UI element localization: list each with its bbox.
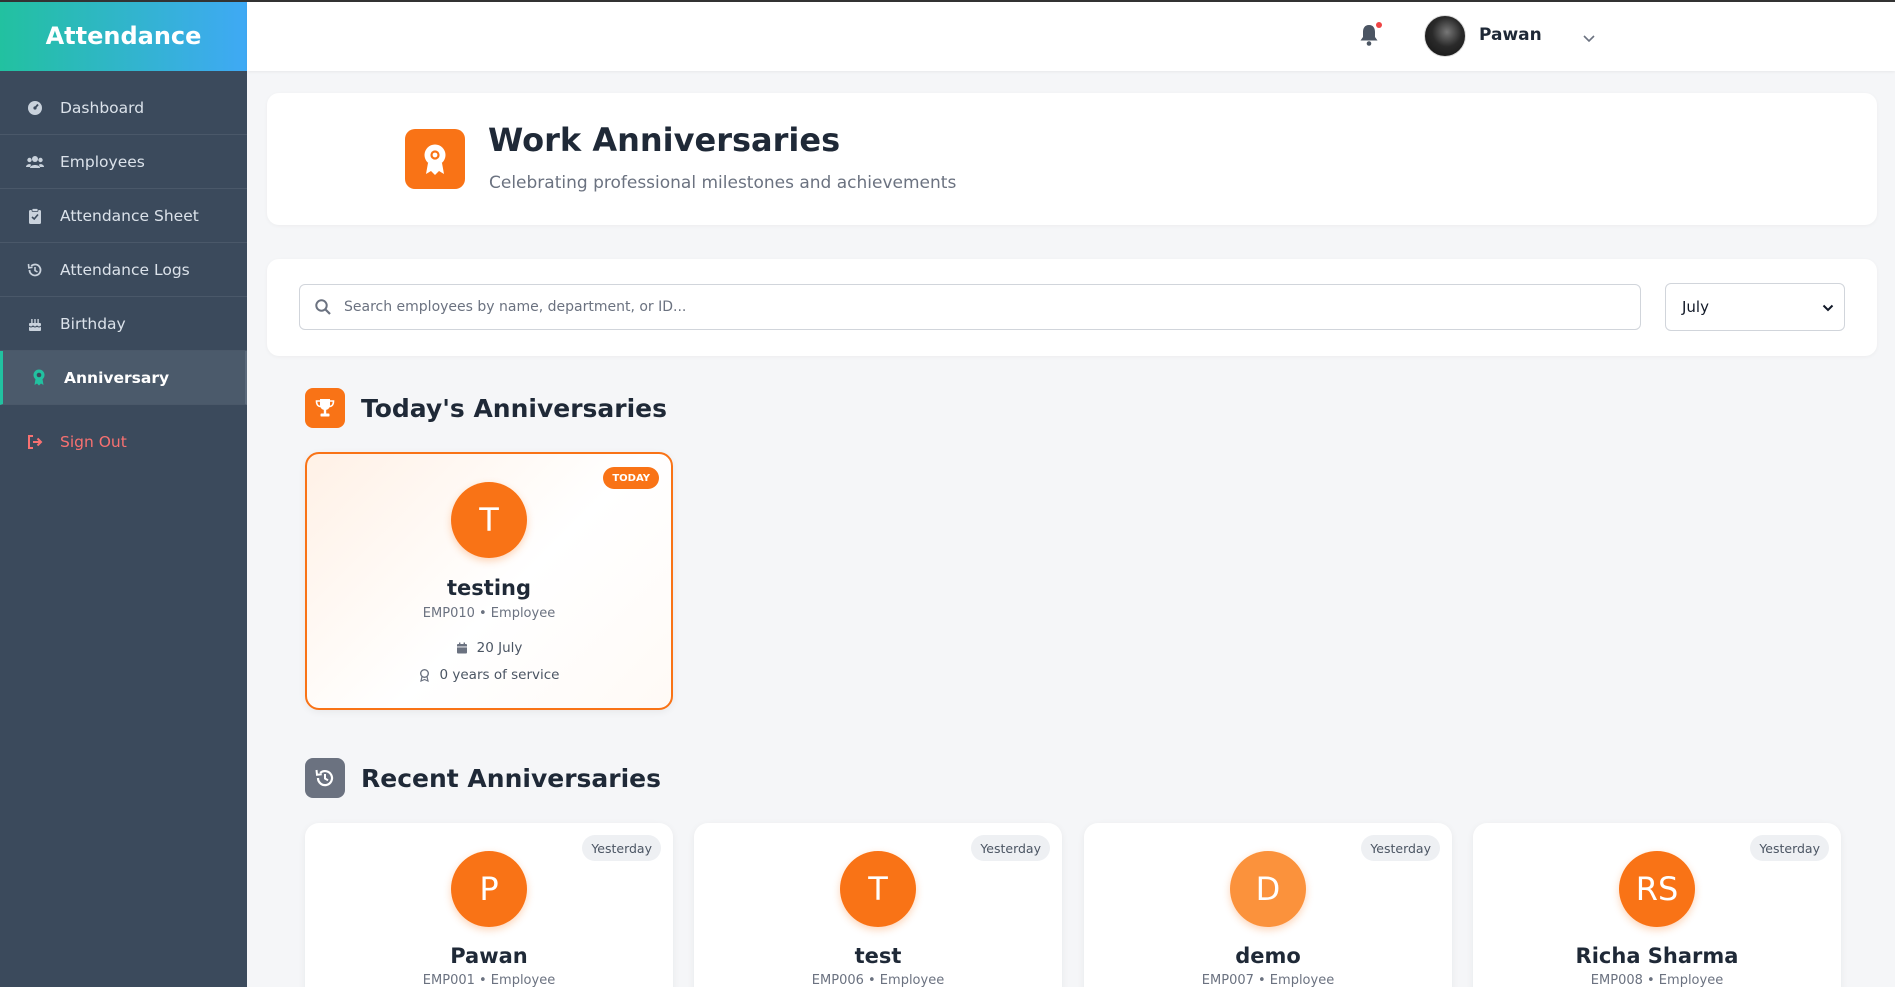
employee-name: testing bbox=[447, 576, 531, 600]
anniversary-card[interactable]: Yesterday D demo EMP007 • Employee bbox=[1084, 823, 1452, 987]
sidebar-nav: Dashboard Employees Attendance Sheet Att… bbox=[0, 81, 247, 469]
history-icon bbox=[26, 261, 44, 279]
employee-meta: EMP006 • Employee bbox=[811, 973, 945, 987]
employee-meta: EMP010 • Employee bbox=[422, 606, 556, 621]
anniversary-card[interactable]: Yesterday T test EMP006 • Employee bbox=[694, 823, 1062, 987]
sidebar-item-attendance-sheet[interactable]: Attendance Sheet bbox=[0, 189, 247, 243]
award-icon bbox=[30, 369, 48, 387]
employee-name: test bbox=[854, 944, 902, 968]
sidebar-item-label: Attendance Sheet bbox=[60, 206, 199, 225]
employee-meta: EMP001 • Employee bbox=[422, 973, 556, 987]
award-icon bbox=[405, 129, 465, 189]
trophy-icon bbox=[305, 388, 345, 428]
today-section-heading: Today's Anniversaries bbox=[305, 388, 667, 428]
yesterday-badge: Yesterday bbox=[1361, 835, 1440, 861]
search-icon bbox=[314, 298, 332, 316]
calendar-icon bbox=[456, 642, 468, 654]
history-icon bbox=[305, 758, 345, 798]
sign-out-button[interactable]: Sign Out bbox=[0, 415, 247, 469]
window-top-border bbox=[0, 0, 1895, 2]
sidebar-item-label: Anniversary bbox=[64, 368, 170, 387]
employee-meta: EMP008 • Employee bbox=[1590, 973, 1724, 987]
sidebar-item-anniversary[interactable]: Anniversary bbox=[0, 351, 247, 405]
yesterday-badge: Yesterday bbox=[971, 835, 1050, 861]
sidebar-item-label: Employees bbox=[60, 152, 145, 171]
users-icon bbox=[26, 153, 44, 171]
anniversary-card[interactable]: Yesterday P Pawan EMP001 • Employee bbox=[305, 823, 673, 987]
month-select[interactable]: July bbox=[1665, 283, 1845, 331]
date-text: 20 July bbox=[476, 640, 523, 656]
service-text: 0 years of service bbox=[439, 667, 560, 683]
user-name[interactable]: Pawan bbox=[1479, 25, 1542, 45]
section-title: Recent Anniversaries bbox=[361, 763, 662, 793]
dashboard-icon bbox=[26, 99, 44, 117]
sidebar-item-employees[interactable]: Employees bbox=[0, 135, 247, 189]
sign-out-icon bbox=[26, 433, 44, 451]
filter-card: July bbox=[267, 259, 1877, 356]
years-of-service: 0 years of service bbox=[307, 667, 671, 683]
anniversary-card-today[interactable]: TODAY T testing EMP010 • Employee 20 Jul… bbox=[305, 452, 673, 710]
employee-name: Richa Sharma bbox=[1575, 944, 1739, 968]
chevron-down-icon[interactable] bbox=[1582, 29, 1596, 43]
sign-out-label: Sign Out bbox=[60, 433, 127, 451]
anniversary-card[interactable]: Yesterday RS Richa Sharma EMP008 • Emplo… bbox=[1473, 823, 1841, 987]
award-icon bbox=[419, 669, 431, 683]
avatar: D bbox=[1230, 851, 1306, 927]
employee-name: demo bbox=[1235, 944, 1301, 968]
clipboard-icon bbox=[26, 207, 44, 225]
sidebar-item-label: Birthday bbox=[60, 314, 126, 333]
cake-icon bbox=[26, 315, 44, 333]
top-header bbox=[247, 2, 1895, 71]
section-title: Today's Anniversaries bbox=[361, 393, 668, 423]
sidebar-item-label: Attendance Logs bbox=[60, 260, 190, 279]
page-hero-card: Work Anniversaries Celebrating professio… bbox=[267, 93, 1877, 225]
search-input[interactable] bbox=[344, 299, 1624, 315]
notification-dot bbox=[1376, 22, 1382, 28]
anniversary-date: 20 July bbox=[307, 640, 671, 656]
employee-name: Pawan bbox=[450, 944, 528, 968]
yesterday-badge: Yesterday bbox=[582, 835, 661, 861]
avatar: T bbox=[840, 851, 916, 927]
avatar: T bbox=[451, 482, 527, 558]
employee-meta: EMP007 • Employee bbox=[1201, 973, 1335, 987]
avatar: P bbox=[451, 851, 527, 927]
app-title: Attendance bbox=[45, 21, 202, 50]
search-box[interactable] bbox=[299, 284, 1641, 330]
yesterday-badge: Yesterday bbox=[1750, 835, 1829, 861]
sidebar: Attendance Dashboard Employees Attendanc… bbox=[0, 0, 247, 987]
recent-section-heading: Recent Anniversaries bbox=[305, 758, 661, 798]
brand-header: Attendance bbox=[0, 0, 247, 71]
sidebar-item-dashboard[interactable]: Dashboard bbox=[0, 81, 247, 135]
page-title: Work Anniversaries bbox=[488, 121, 841, 159]
today-badge: TODAY bbox=[603, 467, 659, 489]
month-select-value: July bbox=[1682, 298, 1709, 316]
sidebar-item-label: Dashboard bbox=[60, 98, 145, 117]
sidebar-item-attendance-logs[interactable]: Attendance Logs bbox=[0, 243, 247, 297]
sidebar-item-birthday[interactable]: Birthday bbox=[0, 297, 247, 351]
user-avatar[interactable] bbox=[1424, 15, 1466, 57]
page-subtitle: Celebrating professional milestones and … bbox=[489, 173, 957, 193]
chevron-down-icon bbox=[1822, 298, 1834, 316]
avatar: RS bbox=[1619, 851, 1695, 927]
